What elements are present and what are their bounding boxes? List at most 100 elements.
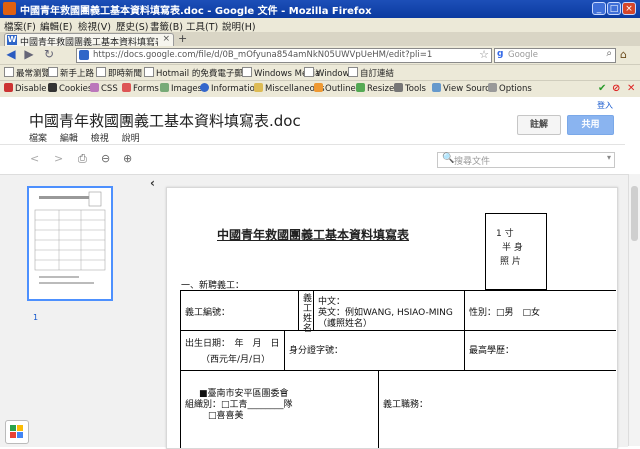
bookmark-icon	[144, 67, 154, 77]
table-border	[378, 370, 379, 448]
name-char: 工	[303, 304, 313, 314]
google-search-engine-icon[interactable]: g	[497, 49, 503, 59]
scrollbar-thumb[interactable]	[631, 186, 638, 241]
minimize-button[interactable]: _	[592, 2, 606, 15]
photo-label-line2: 半 身	[502, 243, 523, 253]
css-icon	[90, 83, 99, 92]
birthday-label: 出生日期： 年 月 日	[185, 339, 280, 349]
doc-menu-view[interactable]: 檢視	[91, 134, 109, 144]
print-icon[interactable]: ⎙	[78, 152, 87, 166]
tab-close-icon[interactable]: ×	[162, 34, 170, 44]
dev-tools-menu[interactable]: Tools	[394, 83, 426, 94]
images-icon	[160, 83, 169, 92]
home-icon[interactable]: ⌂	[620, 48, 627, 61]
check-icon[interactable]: ✔	[598, 83, 606, 94]
zoom-out-icon[interactable]: ⊖	[101, 152, 110, 165]
bookmark-hotmail[interactable]: Hotmail 的免費電子郵件	[144, 67, 251, 79]
scrollbar[interactable]	[628, 174, 640, 446]
cookies-icon	[48, 83, 57, 92]
menu-history[interactable]: 歷史(S)	[116, 19, 148, 33]
menu-help[interactable]: 說明(H)	[222, 19, 256, 33]
table-border	[298, 290, 299, 330]
navigation-bar: ◀ ▶ ↻ https://docs.google.com/file/d/0B_…	[0, 46, 640, 64]
bookmarks-bar: 最常瀏覽 新手上路 即時新聞 Hotmail 的免費電子郵件 Windows M…	[0, 64, 640, 81]
tab-active-document[interactable]: W 中國青年救國團義工基本資料填寫表.do... ×	[4, 33, 174, 48]
site-identity-icon[interactable]	[79, 50, 89, 60]
education-label: 最高學歷：	[469, 346, 515, 356]
doc-menu-edit[interactable]: 編輯	[60, 134, 78, 144]
bookmark-most-visited[interactable]: 最常瀏覽	[4, 67, 50, 79]
comment-button[interactable]: 註解	[517, 115, 561, 135]
search-icon[interactable]: ⌕	[606, 48, 612, 59]
document-menu: 檔案 編輯 檢視 說明	[29, 131, 150, 144]
sign-in-link[interactable]: 登入	[597, 100, 613, 111]
dev-forms-menu[interactable]: Forms	[122, 83, 159, 94]
bookmark-getting-started[interactable]: 新手上路	[48, 67, 94, 79]
zoom-in-icon[interactable]: ⊕	[123, 152, 132, 165]
new-tab-button[interactable]: +	[178, 32, 187, 45]
table-border	[464, 290, 465, 370]
resize-icon	[356, 83, 365, 92]
dev-view-source-menu[interactable]: View Source	[432, 83, 495, 94]
bookmark-star-icon[interactable]: ☆	[479, 48, 489, 61]
reload-button[interactable]: ↻	[41, 47, 57, 62]
close-toolbar-icon[interactable]: ✕	[627, 83, 635, 94]
table-border	[284, 330, 285, 370]
search-bar[interactable]: g Google ⌕	[494, 48, 616, 63]
disable-icon	[4, 83, 13, 92]
stop-icon[interactable]: ⊘	[612, 83, 620, 94]
doc-menu-help[interactable]: 說明	[122, 134, 140, 144]
forms-icon	[122, 83, 131, 92]
dev-label: Tools	[405, 84, 426, 94]
close-window-button[interactable]: ×	[622, 2, 636, 15]
google-drive-app-icon[interactable]	[5, 420, 29, 444]
dev-label: Forms	[133, 84, 159, 94]
window-title: 中國青年救國團義工基本資料填寫表.doc - Google 文件 - Mozil…	[20, 6, 372, 17]
name-char: 名	[303, 324, 313, 334]
photo-label-line1: 1 寸	[496, 229, 514, 239]
back-button[interactable]: ◀	[3, 47, 19, 62]
web-developer-toolbar: Disable Cookies CSS Forms Images Informa…	[0, 80, 640, 98]
url-text: https://docs.google.com/file/d/0B_mOfyun…	[93, 50, 433, 60]
search-placeholder: Google	[508, 50, 538, 60]
dev-css-menu[interactable]: CSS	[90, 83, 118, 94]
maximize-button[interactable]: □	[607, 2, 621, 15]
document-title[interactable]: 中國青年救國團義工基本資料填寫表.doc	[29, 110, 301, 131]
bookmark-label: 最常瀏覽	[16, 69, 51, 79]
dev-images-menu[interactable]: Images	[160, 83, 202, 94]
doc-menu-file[interactable]: 檔案	[29, 134, 47, 144]
previous-page-icon[interactable]: <	[30, 152, 39, 165]
bookmark-news[interactable]: 即時新聞	[96, 67, 142, 79]
share-button[interactable]: 共用	[567, 115, 614, 135]
menu-bookmarks[interactable]: 書籤(B)	[150, 19, 183, 33]
menu-edit[interactable]: 編輯(E)	[40, 19, 72, 33]
table-border	[180, 370, 616, 371]
next-page-icon[interactable]: >	[54, 152, 63, 165]
position-label: 義工職務：	[383, 400, 429, 410]
dev-label: Options	[499, 84, 532, 94]
bookmark-icon	[304, 67, 314, 77]
form-title: 中國青年救國團義工基本資料填寫表	[217, 228, 410, 242]
name-char: 姓	[303, 314, 313, 324]
page-thumbnail[interactable]	[27, 186, 113, 301]
menu-view[interactable]: 檢視(V)	[78, 19, 111, 33]
menu-tools[interactable]: 工具(T)	[186, 19, 218, 33]
bookmark-windows[interactable]: Windows	[304, 67, 354, 79]
collapse-sidebar-icon[interactable]: ‹	[150, 176, 155, 190]
url-bar[interactable]: https://docs.google.com/file/d/0B_mOfyun…	[76, 48, 492, 63]
photo-box: 1 寸 半 身 照 片	[485, 213, 547, 290]
document-search-input[interactable]: 🔍 搜尋文件 ▾	[437, 152, 615, 168]
forward-button[interactable]: ▶	[21, 47, 37, 62]
dev-disable-menu[interactable]: Disable	[4, 83, 47, 94]
dev-information-menu[interactable]: Information	[200, 83, 260, 94]
menu-file[interactable]: 檔案(F)	[4, 19, 36, 33]
options-icon	[488, 83, 497, 92]
bookmark-custom-links[interactable]: 自訂連結	[348, 67, 394, 79]
chevron-down-icon[interactable]: ▾	[607, 153, 611, 162]
dev-outline-menu[interactable]: Outline	[314, 83, 356, 94]
dev-cookies-menu[interactable]: Cookies	[48, 83, 92, 94]
dev-resize-menu[interactable]: Resize	[356, 83, 394, 94]
table-border	[180, 330, 616, 331]
bookmark-label: 即時新聞	[108, 69, 143, 79]
dev-options-menu[interactable]: Options	[488, 83, 532, 94]
